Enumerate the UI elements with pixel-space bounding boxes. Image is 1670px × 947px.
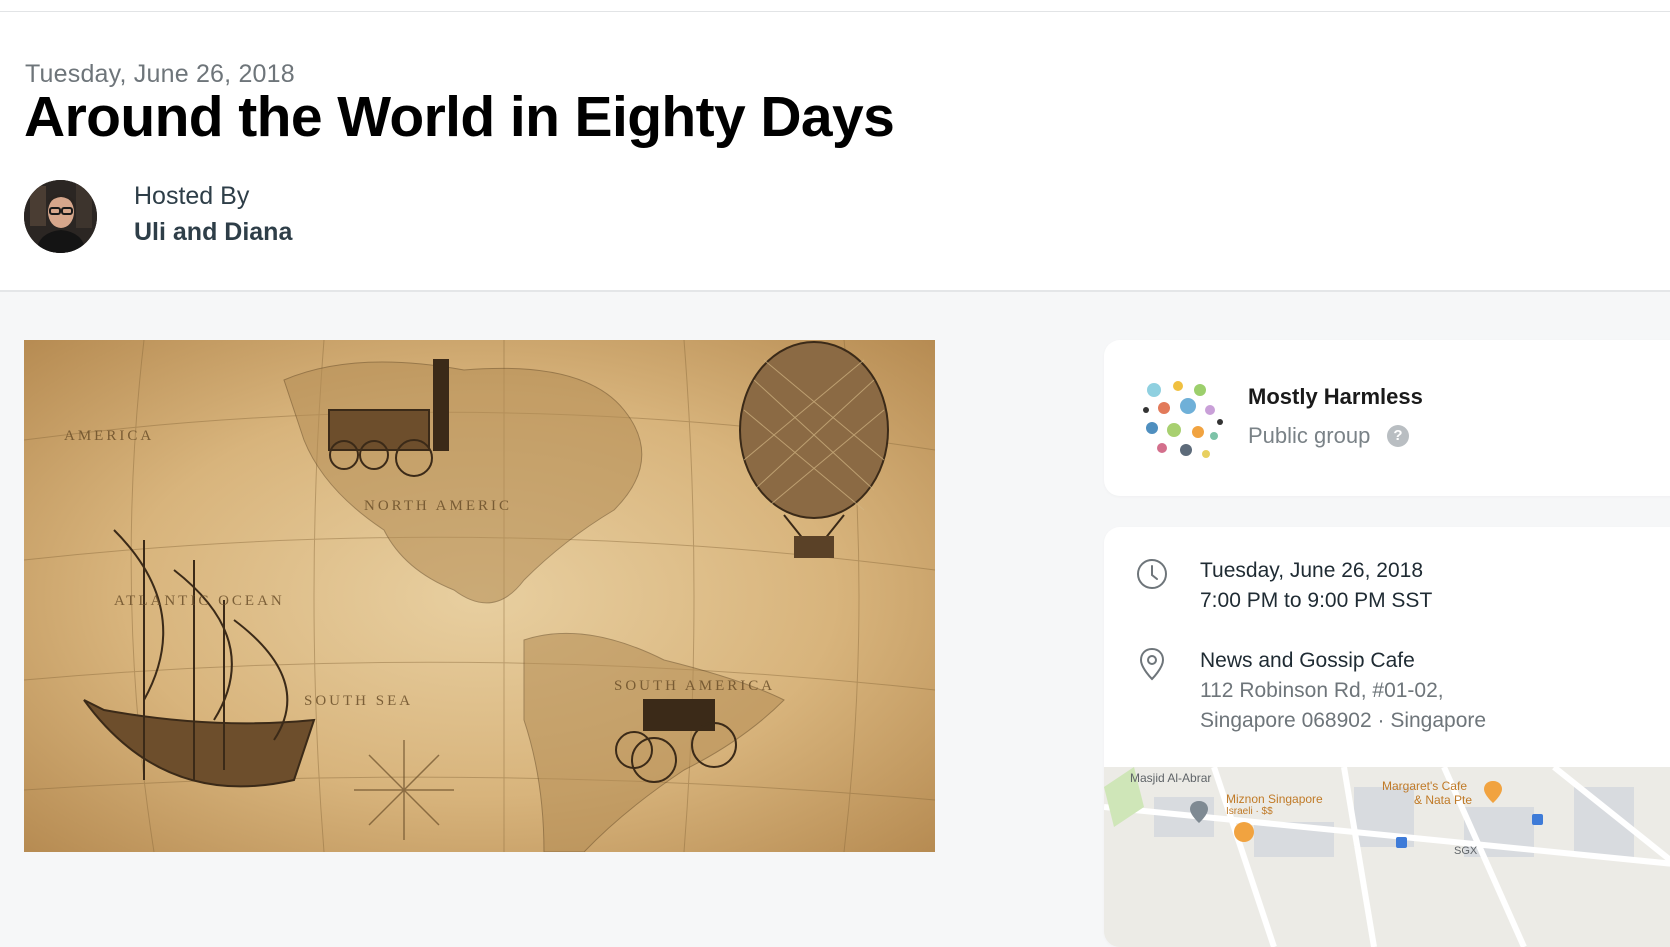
avatar-portrait: [24, 180, 97, 253]
event-details-card: Tuesday, June 26, 2018 7:00 PM to 9:00 P…: [1104, 527, 1670, 947]
venue-address-line1: 112 Robinson Rd, #01-02,: [1200, 679, 1444, 702]
event-time: 7:00 PM to 9:00 PM SST: [1200, 589, 1433, 612]
vintage-map-illustration: AMERICA NORTH AMERIC ATLANTIC OCEAN SOUT…: [24, 340, 935, 852]
location-pin-icon: [1139, 647, 1165, 681]
help-icon[interactable]: ?: [1387, 425, 1409, 447]
group-card[interactable]: Mostly Harmless Public group ?: [1104, 340, 1670, 496]
group-name[interactable]: Mostly Harmless: [1248, 384, 1423, 410]
venue-address-line2: Singapore 068902 · Singapore: [1200, 709, 1487, 732]
hosted-by-label: Hosted By: [134, 182, 250, 210]
event-title: Around the World in Eighty Days: [24, 85, 895, 149]
host-avatar[interactable]: [24, 180, 97, 253]
event-hero-image: AMERICA NORTH AMERIC ATLANTIC OCEAN SOUT…: [24, 340, 935, 852]
transit-icon: [1532, 814, 1543, 825]
clock-icon: [1137, 559, 1167, 589]
venue-name[interactable]: News and Gossip Cafe: [1200, 649, 1415, 673]
map-streets: [1104, 767, 1670, 947]
host-name[interactable]: Uli and Diana: [134, 218, 292, 247]
map-label-miznon-sub: Israeli · $$: [1226, 806, 1273, 817]
svg-text:AMERICA: AMERICA: [64, 428, 154, 444]
svg-text:SOUTH SEA: SOUTH SEA: [304, 693, 413, 709]
event-header: Tuesday, June 26, 2018 Around the World …: [0, 12, 1670, 292]
restaurant-pin-icon: [1234, 822, 1254, 842]
svg-text:NORTH AMERIC: NORTH AMERIC: [364, 498, 512, 514]
map-label-masjid[interactable]: Masjid Al-Abrar: [1130, 771, 1211, 785]
map-label-sgx: SGX: [1454, 845, 1478, 857]
map-label-margarets-cafe[interactable]: Margaret's Cafe: [1382, 779, 1467, 793]
venue-map[interactable]: Masjid Al-Abrar Miznon Singapore Israeli…: [1104, 767, 1670, 947]
top-border: [0, 0, 1670, 12]
svg-text:SOUTH AMERICA: SOUTH AMERICA: [614, 678, 775, 694]
map-label-nata: & Nata Pte: [1414, 793, 1473, 807]
group-visibility: Public group: [1248, 423, 1371, 448]
event-date-detail: Tuesday, June 26, 2018: [1200, 559, 1423, 582]
svg-text:ATLANTIC OCEAN: ATLANTIC OCEAN: [114, 593, 285, 609]
group-logo[interactable]: [1140, 376, 1224, 460]
map-label-miznon[interactable]: Miznon Singapore: [1226, 792, 1323, 806]
